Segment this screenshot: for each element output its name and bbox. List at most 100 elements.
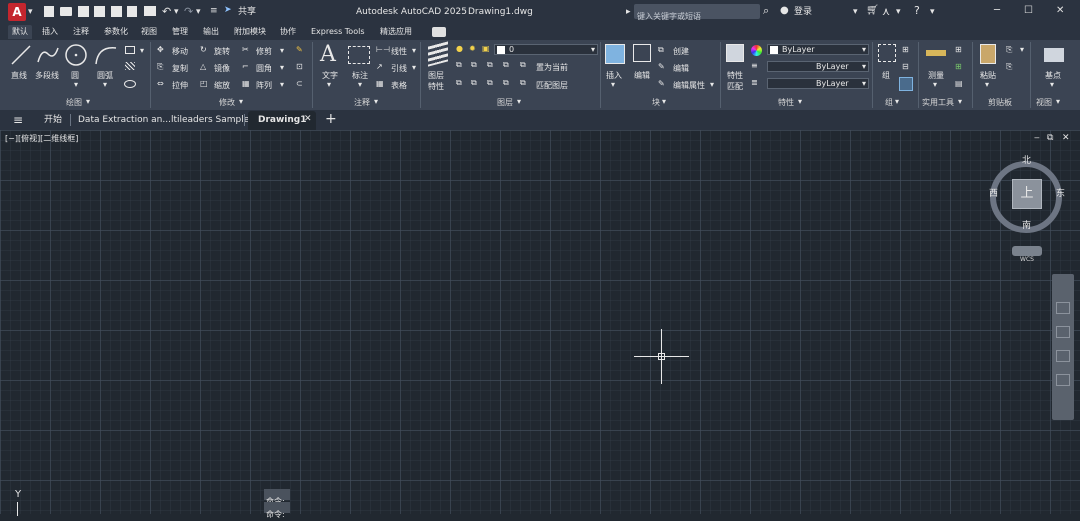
a360-dropdown-icon[interactable]: ▾ <box>896 8 901 17</box>
polyline-button[interactable]: 多段线 <box>35 70 59 81</box>
dimension-icon[interactable] <box>348 46 370 64</box>
array-dropdown-icon[interactable]: ▾ <box>280 80 284 89</box>
group-icon[interactable] <box>878 44 896 62</box>
layer-properties-icon[interactable] <box>428 41 448 67</box>
draw-panel-expand-icon[interactable]: ▾ <box>86 97 90 106</box>
layer-dropdown[interactable]: 0 <box>494 44 598 55</box>
edit-block-button[interactable]: 编辑 <box>634 70 650 81</box>
layer-tool-icon[interactable]: ⧉ <box>471 60 477 70</box>
trim-icon[interactable]: ✂ <box>242 45 249 54</box>
view-panel-expand-icon[interactable]: ▾ <box>1056 97 1060 106</box>
lineweight-dropdown[interactable]: ByLayer <box>767 78 869 89</box>
save-as-icon[interactable] <box>94 6 105 17</box>
stretch-button[interactable]: 拉伸 <box>172 80 188 91</box>
groups-panel-label[interactable]: 组 <box>885 97 893 108</box>
move-icon[interactable]: ✥ <box>157 45 164 54</box>
tab-close-icon[interactable]: ✕ <box>304 115 312 124</box>
edit-attribute-button[interactable]: 编辑属性 <box>673 80 705 91</box>
draw-panel-label[interactable]: 绘图 <box>66 97 82 108</box>
base-dropdown-icon[interactable]: ▾ <box>1050 80 1054 89</box>
insert-dropdown-icon[interactable]: ▾ <box>611 80 615 89</box>
ribbon-tab-9[interactable]: Express Tools <box>311 28 365 36</box>
color-wheel-icon[interactable] <box>751 45 762 56</box>
print-icon[interactable] <box>144 6 156 16</box>
compass-north[interactable]: 北 <box>1022 157 1031 166</box>
view-panel-label[interactable]: 视图 <box>1036 97 1052 108</box>
base-icon[interactable] <box>1044 48 1064 62</box>
copy-icon[interactable]: ⎘ <box>157 62 163 72</box>
viewport-label[interactable]: [−][俯视][二维线框] <box>5 135 78 143</box>
ribbon-tab-4[interactable]: 视图 <box>141 28 157 36</box>
group-edit-icon[interactable]: ⊟ <box>902 62 909 71</box>
table-icon[interactable]: ▦ <box>376 79 384 88</box>
annotation-panel-expand-icon[interactable]: ▾ <box>374 97 378 106</box>
layer-tool-icon[interactable]: ⧉ <box>456 78 462 88</box>
line-button[interactable]: 直线 <box>11 70 27 81</box>
layers-panel-label[interactable]: 图层 <box>497 97 513 108</box>
groups-panel-expand-icon[interactable]: ▾ <box>895 97 899 106</box>
edit-attribute-dropdown-icon[interactable]: ▾ <box>710 80 714 89</box>
viewport-close-icon[interactable]: ✕ <box>1062 134 1070 143</box>
viewport-minimize-icon[interactable]: ‒ <box>1034 134 1040 143</box>
arc-dropdown-icon[interactable]: ▾ <box>103 80 107 89</box>
rotate-button[interactable]: 旋转 <box>214 46 230 57</box>
login-button[interactable]: 登录 <box>794 8 812 17</box>
redo-dropdown-icon[interactable]: ▾ <box>196 8 201 17</box>
text-icon[interactable]: A <box>320 42 336 67</box>
lineweight-icon[interactable]: ≣ <box>751 78 758 87</box>
linear-dropdown-icon[interactable]: ▾ <box>412 46 416 55</box>
ribbon-tab-0[interactable]: 默认 <box>8 25 32 39</box>
linetype-icon[interactable]: ≡ <box>751 61 758 70</box>
login-dropdown-icon[interactable]: ▾ <box>853 8 858 17</box>
rotate-icon[interactable]: ↻ <box>200 45 207 54</box>
hamburger-menu-icon[interactable]: ≡ <box>13 114 23 126</box>
undo-dropdown-icon[interactable]: ▾ <box>174 8 179 17</box>
calculator-icon[interactable]: ▤ <box>955 79 963 88</box>
set-current-icon[interactable]: ⧉ <box>520 60 526 70</box>
minimize-icon[interactable]: ─ <box>994 5 1000 16</box>
table-button[interactable]: 表格 <box>391 80 407 91</box>
new-tab-icon[interactable]: + <box>325 112 337 126</box>
compass-east[interactable]: 东 <box>1056 190 1065 199</box>
clipboard-more-icon[interactable]: ▾ <box>1020 45 1024 54</box>
autocad-logo[interactable]: A <box>8 3 26 21</box>
viewport-restore-icon[interactable]: ⧉ <box>1047 134 1053 143</box>
ribbon-tab-10[interactable]: 精选应用 <box>380 28 412 36</box>
scale-button[interactable]: 缩放 <box>214 80 230 91</box>
user-icon[interactable]: ● <box>780 6 789 16</box>
group-button[interactable]: 组 <box>882 70 890 81</box>
edit-attribute-icon[interactable]: ✎ <box>658 79 665 88</box>
ribbon-tab-1[interactable]: 插入 <box>42 28 58 36</box>
match-properties-button[interactable]: 特性匹配 <box>727 70 747 92</box>
fillet-icon[interactable]: ⌐ <box>242 62 249 71</box>
tab-drawing1[interactable]: Drawing1 <box>258 116 307 125</box>
drawing-canvas[interactable]: [−][俯视][二维线框] ‒ ⧉ ✕ 上 北 南 东 西 WCS Y 命令: … <box>0 130 1080 519</box>
ribbon-tab-3[interactable]: 参数化 <box>104 28 128 36</box>
offset-icon[interactable]: ⊂ <box>296 79 303 88</box>
layer-sun-icon[interactable]: ✹ <box>469 44 476 53</box>
layer-tool-icon[interactable]: ⧉ <box>471 78 477 88</box>
search-input[interactable]: 键入关键字或短语 <box>634 4 760 21</box>
linear-icon[interactable]: ⊢⊣ <box>376 45 390 54</box>
create-block-button[interactable]: 创建 <box>673 46 689 57</box>
compass-south[interactable]: 南 <box>1022 222 1031 231</box>
edit-button[interactable]: 编辑 <box>673 63 689 74</box>
array-button[interactable]: 阵列 <box>256 80 272 91</box>
app-menu-chevron-icon[interactable]: ▾ <box>28 8 33 17</box>
navigation-bar[interactable] <box>1052 274 1074 420</box>
erase-icon[interactable]: ✎ <box>296 45 303 54</box>
cut-icon[interactable]: ⎘ <box>1006 45 1012 55</box>
compass-west[interactable]: 西 <box>989 190 998 199</box>
utilities-panel-label[interactable]: 实用工具 <box>922 97 954 108</box>
ribbon-tab-8[interactable]: 协作 <box>280 28 296 36</box>
cart-icon[interactable]: 🛒︎ <box>866 6 879 16</box>
customize-qat-icon[interactable]: ≡ <box>210 7 218 16</box>
circle-icon[interactable] <box>64 43 88 67</box>
measure-icon[interactable] <box>926 50 946 56</box>
layer-tool-icon[interactable]: ⧉ <box>503 78 509 88</box>
copy-button[interactable]: 复制 <box>172 63 188 74</box>
ribbon-options-icon[interactable] <box>432 27 446 37</box>
layer-bulb-icon[interactable]: ● <box>456 44 463 53</box>
utility-tool-icon[interactable]: ⊞ <box>955 45 962 54</box>
stretch-icon[interactable]: ⇔ <box>157 79 164 88</box>
